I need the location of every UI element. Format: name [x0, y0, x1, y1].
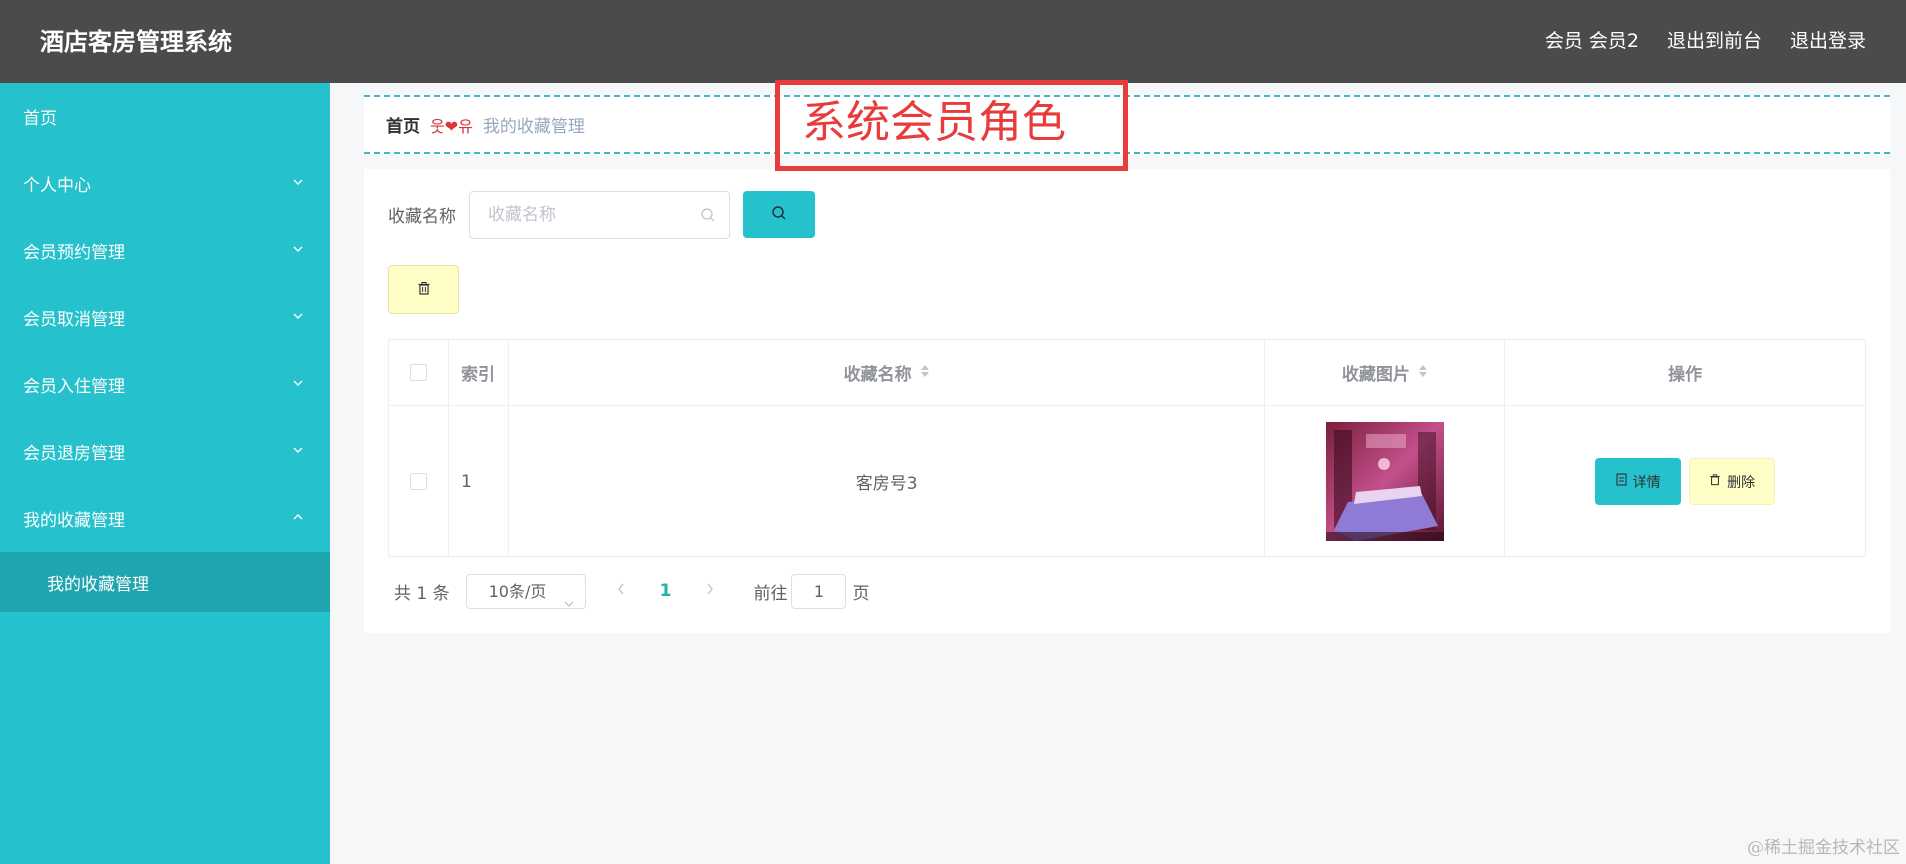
column-header-actions: 操作	[1668, 365, 1703, 385]
sidebar-item-label: 我的收藏管理	[23, 511, 125, 531]
sidebar-item-label: 会员入住管理	[23, 377, 125, 397]
sidebar: 首页 个人中心 会员预约管理 会员取消管理 会员入住管理 会员退房管理 我的收藏…	[0, 83, 330, 864]
row-checkbox-cell	[389, 406, 449, 557]
search-label: 收藏名称	[388, 207, 456, 227]
watermark: @稀土掘金技术社区	[1747, 838, 1900, 858]
sidebar-item-label: 会员取消管理	[23, 310, 125, 330]
chevron-down-icon	[292, 444, 304, 456]
main-area: 首页 웃❤유 我的收藏管理 收藏名称 索引	[330, 83, 1906, 864]
sidebar-item-checkin[interactable]: 会员入住管理	[0, 351, 330, 418]
sidebar-subitem-favorites[interactable]: 我的收藏管理	[0, 552, 330, 612]
header-index-cell: 索引	[449, 340, 509, 405]
trash-icon	[1709, 473, 1721, 490]
sidebar-subitem-label: 我的收藏管理	[47, 574, 149, 595]
search-button[interactable]	[743, 191, 815, 238]
detail-button[interactable]: 详情	[1595, 458, 1682, 505]
table-header-row: 索引 收藏名称 收藏图片 操作	[389, 340, 1865, 406]
row-index-cell: 1	[449, 406, 509, 557]
annotation-text: 系统会员角色	[802, 97, 1066, 148]
next-page-button[interactable]	[705, 581, 715, 601]
user-label: 会员 会员2	[1544, 30, 1639, 52]
sidebar-item-label: 会员预约管理	[23, 243, 125, 263]
chevron-down-icon	[292, 176, 304, 188]
document-icon	[1616, 473, 1627, 490]
content-panel: 收藏名称 索引 收藏名称	[364, 169, 1890, 633]
header-actions: 会员 会员2 退出到前台 退出登录	[1545, 26, 1866, 56]
row-picture-cell	[1265, 406, 1506, 557]
row-name-cell: 客房号3	[509, 406, 1266, 557]
app-title: 酒店客房管理系统	[40, 28, 232, 56]
batch-delete-button[interactable]	[388, 265, 459, 314]
header-picture-cell: 收藏图片	[1265, 340, 1506, 405]
sidebar-item-label: 会员退房管理	[23, 444, 125, 464]
goto-page-input[interactable]	[791, 573, 847, 609]
favorites-table: 索引 收藏名称 收藏图片 操作 1 客房号3 详情 删除	[388, 339, 1866, 557]
sort-icon[interactable]	[920, 363, 930, 382]
page-size-value: 10条/页	[488, 581, 547, 601]
sidebar-item-favorites[interactable]: 我的收藏管理	[0, 485, 330, 552]
page-size-select[interactable]: 10条/页	[465, 573, 586, 609]
breadcrumb-separator: 웃❤유	[430, 116, 473, 136]
page-suffix-label: 页	[852, 583, 870, 604]
column-header-picture: 收藏图片	[1341, 365, 1410, 385]
sidebar-item-checkout[interactable]: 会员退房管理	[0, 418, 330, 485]
prev-page-button[interactable]	[616, 581, 626, 601]
search-icon	[771, 205, 787, 224]
sort-icon[interactable]	[1418, 363, 1428, 382]
pagination: 共 1 条 10条/页 1 前往 页	[388, 573, 869, 609]
row-index: 1	[460, 471, 472, 492]
top-header: 酒店客房管理系统 会员 会员2 退出到前台 退出登录	[0, 0, 1906, 83]
trash-icon	[417, 280, 431, 299]
breadcrumb-home[interactable]: 首页	[386, 112, 420, 137]
room-thumbnail-image[interactable]	[1325, 422, 1444, 541]
row-checkbox[interactable]	[409, 473, 427, 490]
logout-link[interactable]: 退出登录	[1790, 26, 1866, 56]
page-number-current[interactable]: 1	[660, 581, 672, 601]
table-row: 1 客房号3 详情 删除	[389, 406, 1865, 557]
header-checkbox-cell	[389, 340, 449, 405]
sidebar-item-label: 个人中心	[23, 176, 91, 196]
chevron-down-icon	[292, 243, 304, 255]
exit-to-front-link[interactable]: 退出到前台	[1667, 26, 1762, 56]
goto-label: 前往	[753, 583, 788, 604]
chevron-down-icon	[292, 377, 304, 389]
delete-button[interactable]: 删除	[1689, 458, 1776, 505]
column-header-name: 收藏名称	[843, 365, 912, 385]
search-input[interactable]	[469, 191, 730, 239]
pagination-total: 共 1 条	[394, 583, 450, 604]
detail-button-label: 详情	[1632, 474, 1661, 491]
chevron-down-icon	[563, 587, 575, 620]
select-all-checkbox[interactable]	[409, 364, 427, 381]
sidebar-item-home[interactable]: 首页	[0, 83, 330, 150]
column-header-index: 索引	[460, 365, 495, 385]
row-ops-cell: 详情 删除	[1505, 406, 1865, 557]
breadcrumb-current: 我的收藏管理	[482, 117, 585, 137]
row-name: 客房号3	[855, 474, 918, 494]
header-name-cell: 收藏名称	[509, 340, 1266, 405]
sidebar-item-personal-center[interactable]: 个人中心	[0, 150, 330, 217]
chevron-up-icon	[292, 511, 304, 523]
header-ops-cell: 操作	[1505, 340, 1865, 405]
sidebar-item-reservation[interactable]: 会员预约管理	[0, 217, 330, 284]
delete-button-label: 删除	[1727, 474, 1756, 491]
sidebar-item-label: 首页	[23, 109, 57, 129]
chevron-down-icon	[292, 310, 304, 322]
sidebar-item-cancellation[interactable]: 会员取消管理	[0, 284, 330, 351]
search-icon	[700, 207, 716, 227]
